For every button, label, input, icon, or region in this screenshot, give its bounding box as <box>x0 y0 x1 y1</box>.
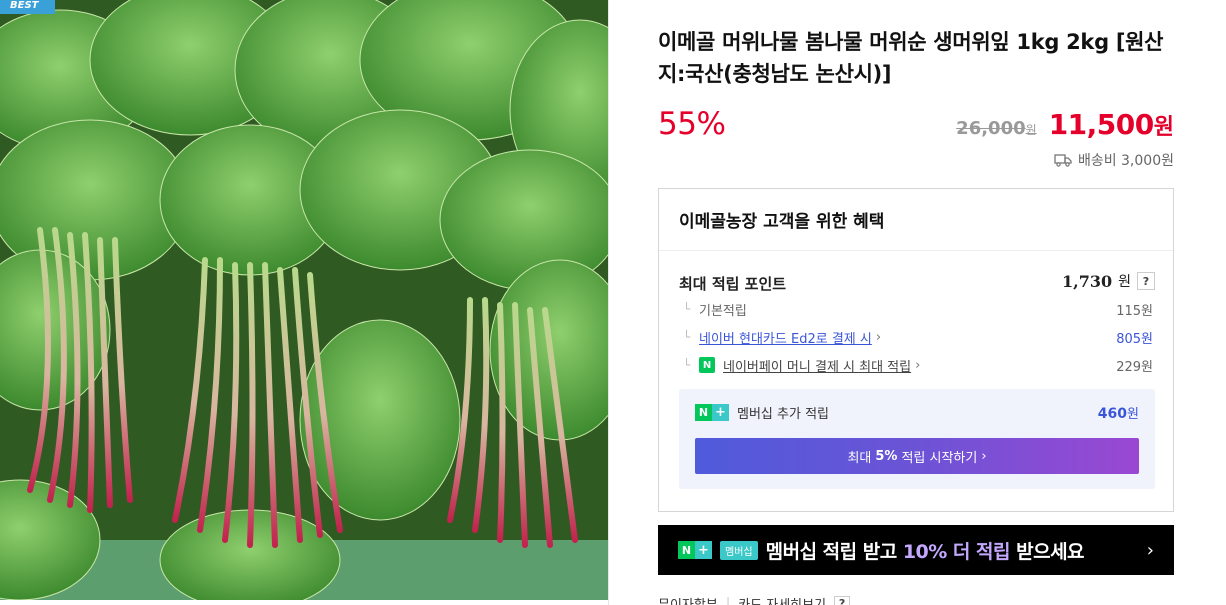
card-points-row[interactable]: └ 네이버 현대카드 Ed2로 결제 시 › 805원 <box>683 327 1153 347</box>
sale-price: 11,500원 <box>1048 108 1174 141</box>
separator: | <box>725 596 731 605</box>
price-row: 26,000원 11,500원 <box>956 108 1174 141</box>
npay-points-row[interactable]: └ N 네이버페이 머니 결제 시 최대 적립 › 229원 <box>683 355 1153 375</box>
tree-branch-icon: └ <box>683 330 691 344</box>
chevron-right-icon: › <box>875 329 882 345</box>
butterbur-photo <box>0 0 608 600</box>
nplus-icon: N + <box>695 404 729 421</box>
basic-points-value: 115원 <box>1116 303 1153 319</box>
installment-label[interactable]: 무이자할부 <box>658 594 718 605</box>
membership-label: 멤버십 추가 적립 <box>737 407 829 422</box>
banner-text: 멤버십 적립 받고 10% 더 적립 받으세요 <box>765 540 1085 563</box>
membership-banner[interactable]: N + 멤버십 멤버십 적립 받고 10% 더 적립 받으세요 › <box>658 525 1174 575</box>
npay-points-value: 229원 <box>1116 359 1153 375</box>
discount-rate: 55% <box>658 106 726 142</box>
truck-icon <box>1054 154 1072 167</box>
chevron-right-icon: › <box>981 448 987 464</box>
card-points-value: 805원 <box>1116 331 1153 347</box>
divider <box>608 0 609 605</box>
membership-row: N + 멤버십 추가 적립 460원 <box>695 403 1139 422</box>
original-price: 26,000원 <box>956 118 1037 139</box>
shipping-fee: 배송비 3,000원 <box>1054 150 1174 170</box>
nplus-icon: N + <box>678 541 712 559</box>
chevron-right-icon: › <box>1146 539 1154 561</box>
max-points-unit: 원 <box>1118 274 1131 290</box>
membership-badge: 멤버십 <box>720 540 758 560</box>
max-points-number: 1,730 <box>1062 271 1113 291</box>
shipping-text: 배송비 3,000원 <box>1077 153 1174 169</box>
naverpay-icon: N <box>699 357 715 373</box>
basic-points-row: └ 기본적립 115원 <box>683 299 1153 319</box>
max-points-value: 1,730 원 ? <box>1062 271 1155 291</box>
benefit-box: 이메골농장 고객을 위한 혜택 최대 적립 포인트 1,730 원 ? └ 기본… <box>658 188 1174 512</box>
chevron-right-icon: › <box>915 357 921 373</box>
membership-value: 460원 <box>1097 406 1139 422</box>
start-membership-button[interactable]: 최대 5% 적립 시작하기 › <box>695 438 1139 474</box>
tree-branch-icon: └ <box>683 302 691 316</box>
help-button[interactable]: ? <box>834 595 851 605</box>
card-points-link[interactable]: 네이버 현대카드 Ed2로 결제 시 <box>699 328 872 347</box>
card-detail-link[interactable]: 카드 자세히보기 <box>738 594 826 605</box>
product-image[interactable]: BEST <box>0 0 608 600</box>
installment-row: 무이자할부 | 카드 자세히보기 ? <box>658 594 851 605</box>
benefit-heading: 이메골농장 고객을 위한 혜택 <box>659 189 1173 251</box>
product-title: 이메골 머위나물 봄나물 머위순 생머위잎 1kg 2kg [원산지:국산(충청… <box>658 30 1164 86</box>
basic-points-label: 기본적립 <box>699 303 747 319</box>
npay-points-link[interactable]: 네이버페이 머니 결제 시 최대 적립 <box>723 356 911 375</box>
help-button[interactable]: ? <box>1137 272 1155 290</box>
tree-branch-icon: └ <box>683 358 691 372</box>
membership-box: N + 멤버십 추가 적립 460원 최대 5% 적립 시작하기 › <box>679 389 1155 489</box>
max-points-label: 최대 적립 포인트 <box>679 275 787 293</box>
best-badge: BEST <box>0 0 55 14</box>
